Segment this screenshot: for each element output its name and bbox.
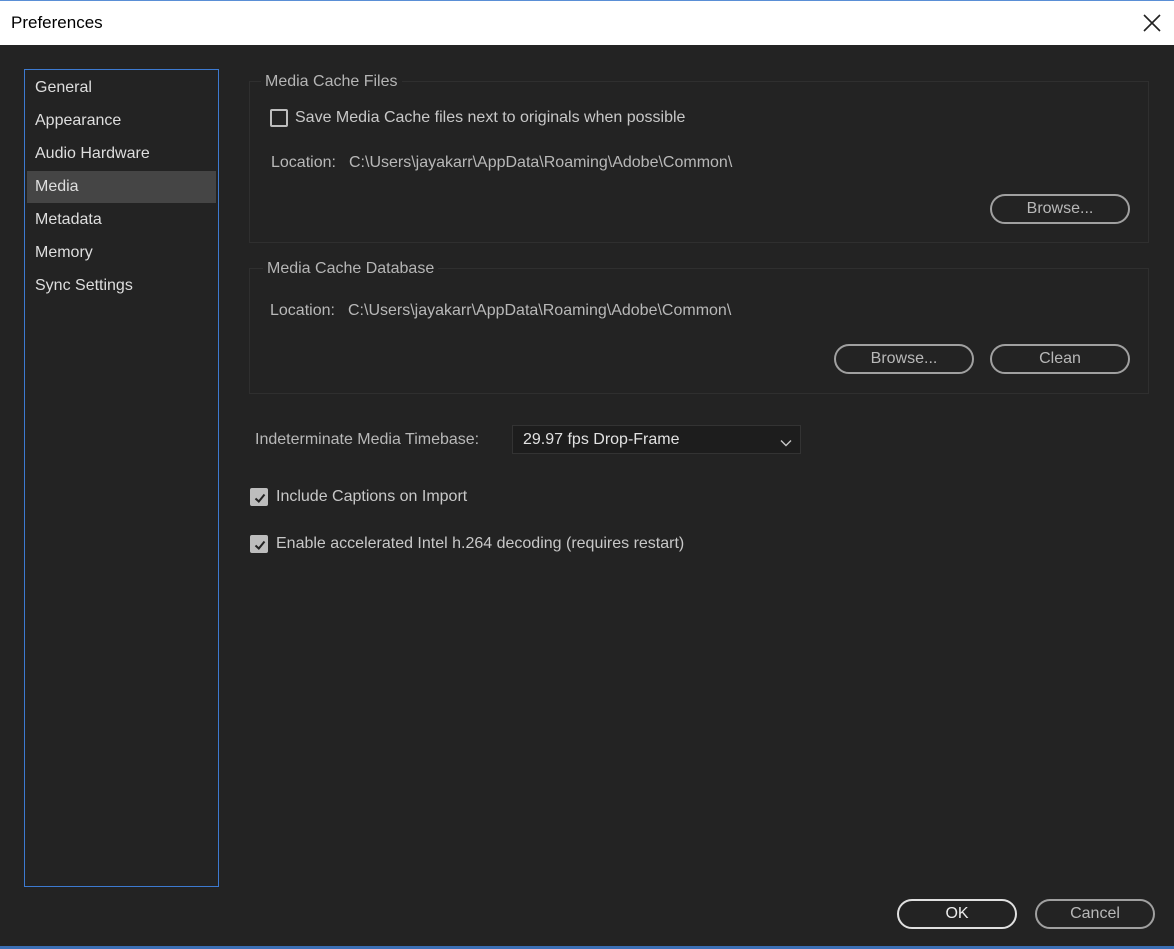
close-icon[interactable] bbox=[1140, 11, 1164, 35]
timebase-dropdown[interactable]: 29.97 fps Drop-Frame bbox=[512, 425, 801, 454]
media-cache-database-group bbox=[249, 268, 1149, 394]
accelerated-decoding-label: Enable accelerated Intel h.264 decoding … bbox=[276, 535, 685, 552]
media-cache-database-title: Media Cache Database bbox=[263, 260, 439, 278]
ok-button[interactable]: OK bbox=[897, 899, 1017, 929]
sidebar-item-audio-hardware[interactable]: Audio Hardware bbox=[27, 138, 216, 170]
title-bar: Preferences bbox=[0, 0, 1174, 45]
cancel-button[interactable]: Cancel bbox=[1035, 899, 1155, 929]
media-cache-files-title: Media Cache Files bbox=[261, 73, 402, 91]
timebase-label: Indeterminate Media Timebase: bbox=[255, 431, 480, 448]
sidebar-item-sync-settings[interactable]: Sync Settings bbox=[27, 270, 216, 302]
window-title: Preferences bbox=[11, 13, 103, 32]
preferences-sidebar: General Appearance Audio Hardware Media … bbox=[24, 69, 219, 887]
cache-database-location-path: C:\Users\jayakarr\AppData\Roaming\Adobe\… bbox=[348, 302, 732, 319]
checkmark-icon bbox=[254, 493, 266, 503]
sidebar-item-appearance[interactable]: Appearance bbox=[27, 105, 216, 137]
timebase-value: 29.97 fps Drop-Frame bbox=[523, 431, 680, 448]
save-next-to-originals-label: Save Media Cache files next to originals… bbox=[295, 109, 686, 126]
checkmark-icon bbox=[254, 540, 266, 550]
cache-database-location-label: Location: bbox=[270, 302, 335, 319]
cache-database-browse-button[interactable]: Browse... bbox=[834, 344, 974, 374]
chevron-down-icon bbox=[780, 434, 792, 452]
sidebar-item-memory[interactable]: Memory bbox=[27, 237, 216, 269]
include-captions-label: Include Captions on Import bbox=[276, 488, 468, 505]
clean-button[interactable]: Clean bbox=[990, 344, 1130, 374]
accelerated-decoding-checkbox[interactable] bbox=[250, 535, 268, 553]
sidebar-item-media[interactable]: Media bbox=[27, 171, 216, 203]
include-captions-checkbox[interactable] bbox=[250, 488, 268, 506]
cache-files-location-label: Location: bbox=[271, 154, 336, 171]
save-next-to-originals-checkbox[interactable] bbox=[270, 109, 288, 127]
sidebar-item-general[interactable]: General bbox=[27, 72, 216, 104]
sidebar-item-metadata[interactable]: Metadata bbox=[27, 204, 216, 236]
cache-files-location-path: C:\Users\jayakarr\AppData\Roaming\Adobe\… bbox=[349, 154, 733, 171]
cache-files-browse-button[interactable]: Browse... bbox=[990, 194, 1130, 224]
